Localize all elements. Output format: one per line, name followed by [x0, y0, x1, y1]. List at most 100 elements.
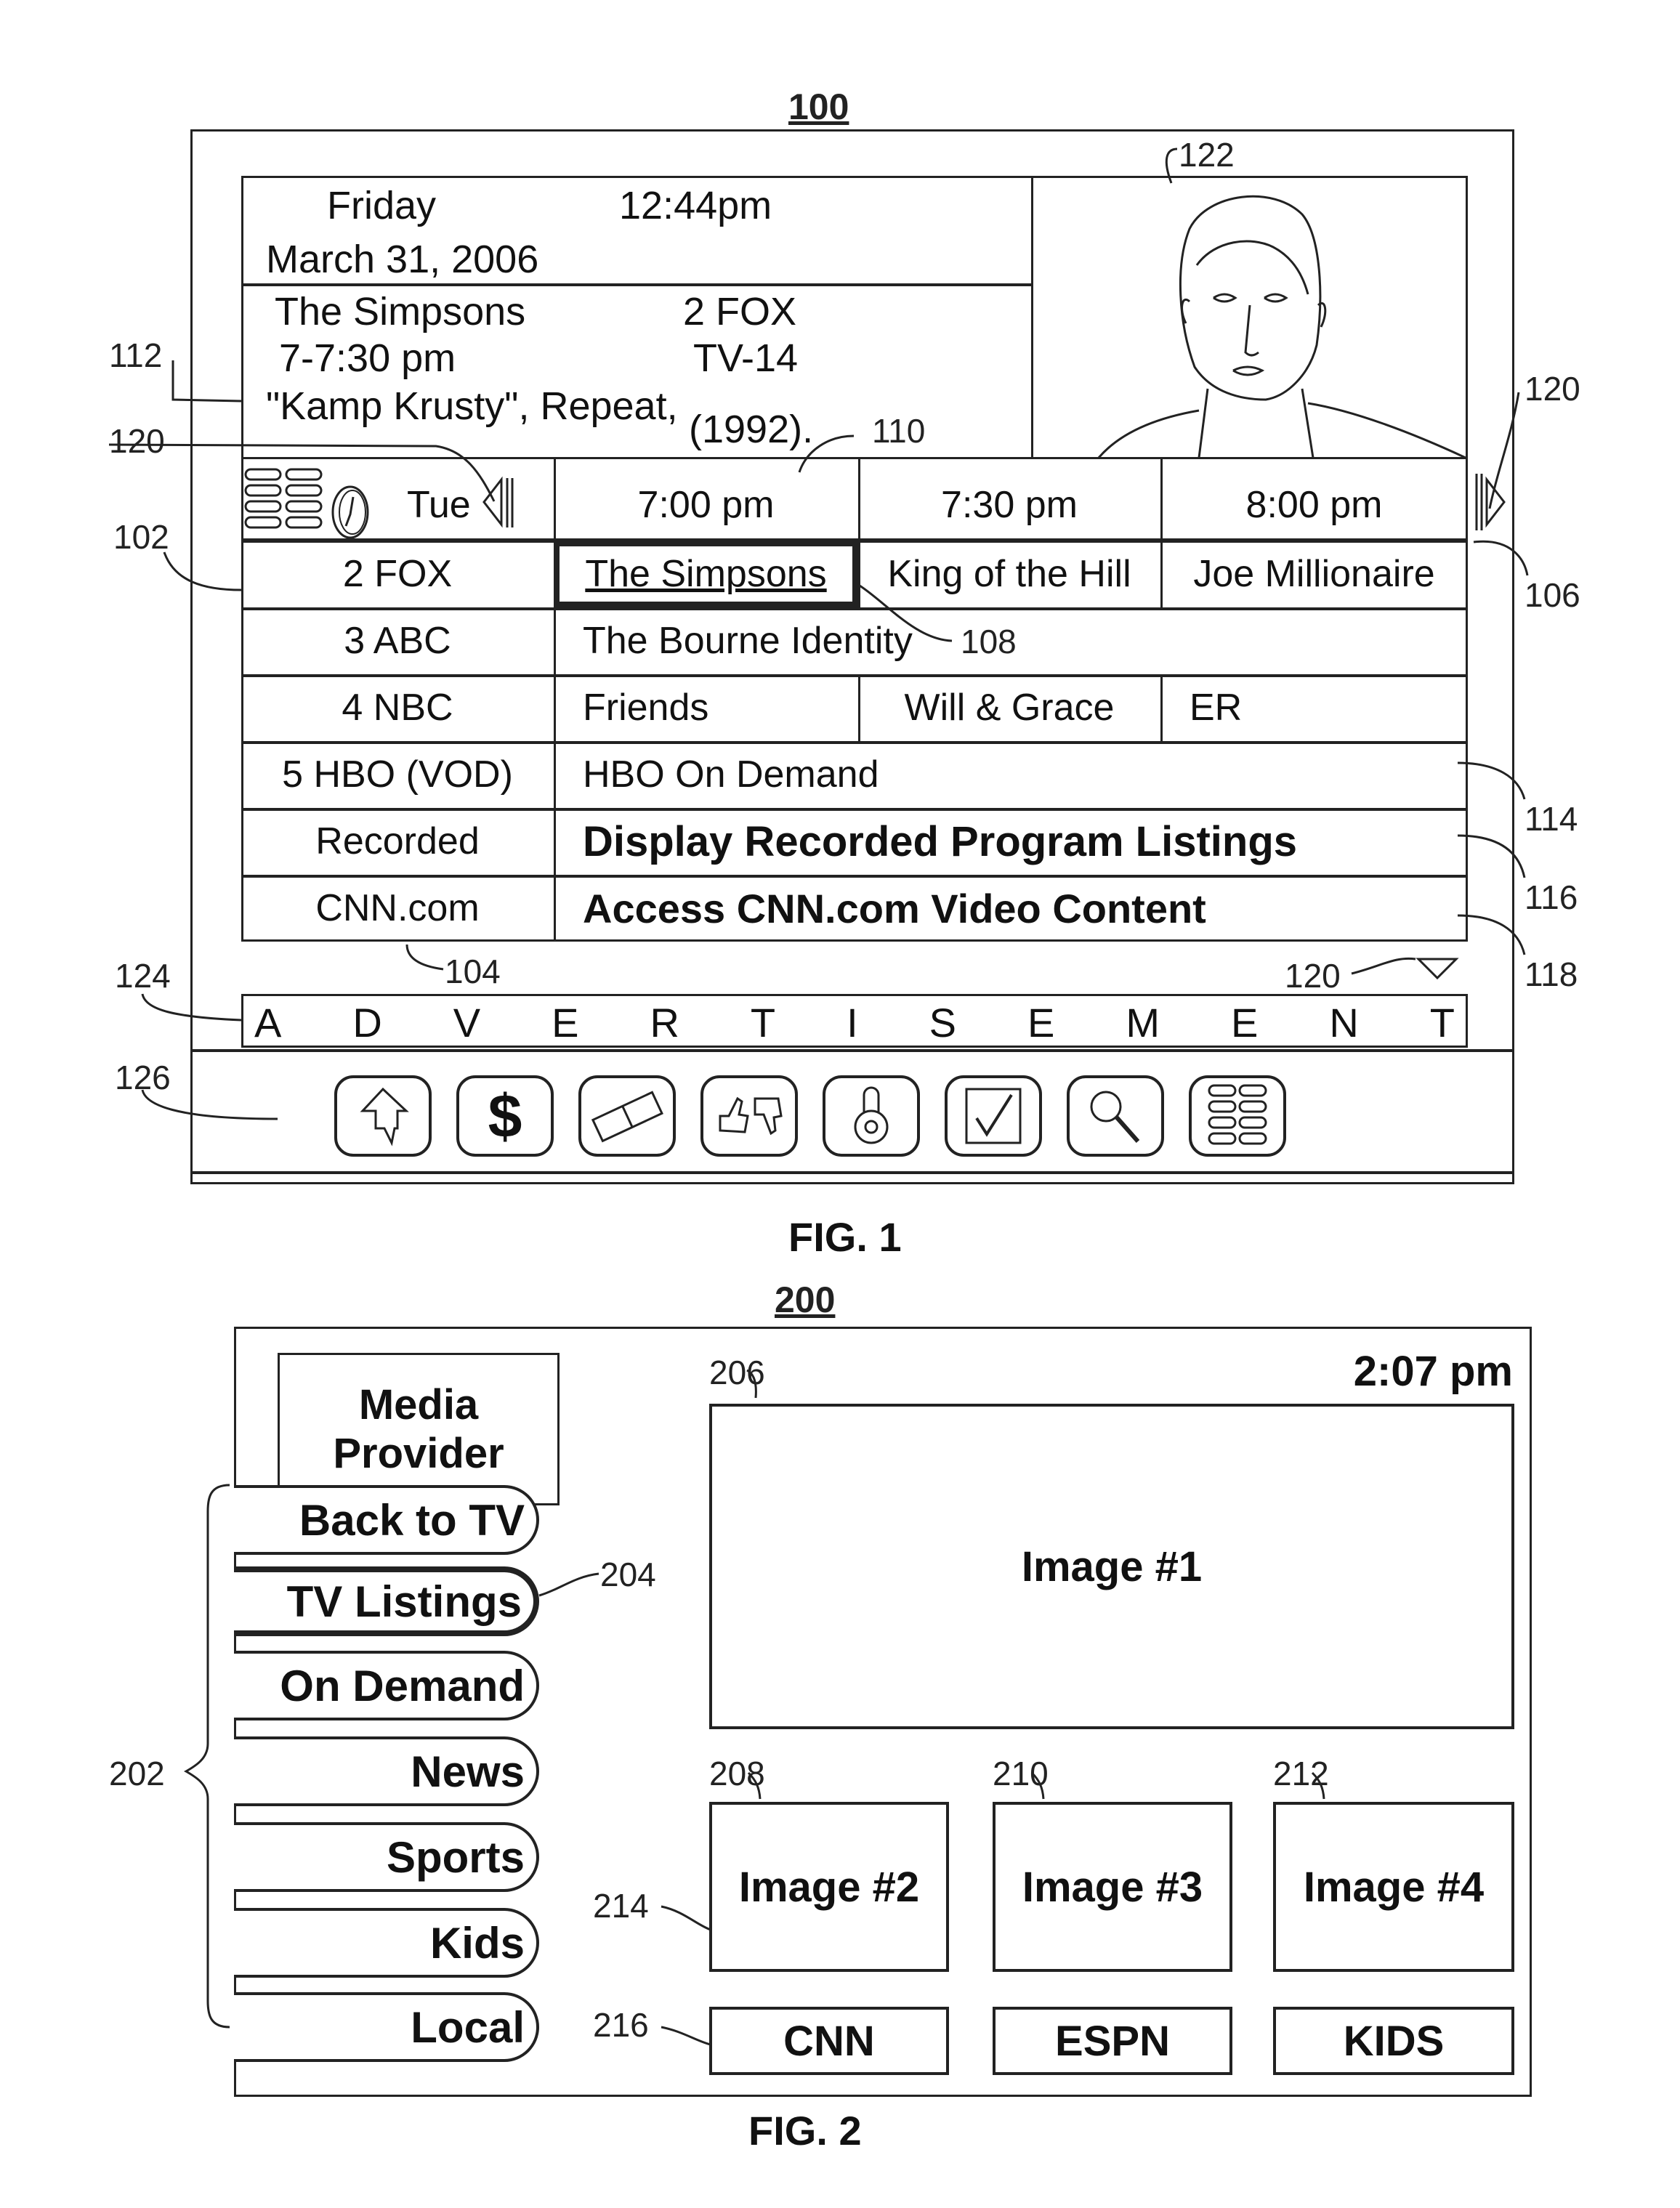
advertisement-letter: V — [453, 999, 481, 1046]
nav-item-news[interactable]: News — [234, 1736, 539, 1806]
channel-cnn-com[interactable]: CNN.com — [241, 875, 554, 942]
menu-list-icon — [1208, 1084, 1267, 1145]
program-cell[interactable]: King of the Hill — [858, 541, 1160, 607]
nav-item-back-to-tv[interactable]: Back to TV — [234, 1485, 539, 1555]
ref-202: 202 — [109, 1755, 165, 1792]
advertisement-letter: A — [254, 999, 282, 1046]
time-slot-3: 8:00 pm — [1245, 484, 1383, 526]
program-info-channel: 2 FOX — [683, 290, 797, 333]
advertisement-letter: S — [929, 999, 957, 1046]
advertisement-letter: E — [1230, 999, 1259, 1046]
ticket-icon — [591, 1091, 663, 1143]
ref-216: 216 — [593, 2006, 649, 2044]
channel-4-nbc[interactable]: 4 NBC — [241, 674, 554, 741]
fig2-reference-number: 200 — [775, 1279, 836, 1320]
scroll-left-arrow-icon[interactable] — [480, 472, 516, 532]
ref-204: 204 — [600, 1556, 656, 1593]
menu-button[interactable] — [1189, 1075, 1286, 1157]
lock-icon — [854, 1086, 889, 1144]
back-button[interactable] — [334, 1075, 432, 1157]
program-cell-selected[interactable]: The Simpsons — [554, 541, 858, 607]
grid-day-label: Tue — [407, 484, 471, 526]
advertisement-letter: M — [1126, 999, 1160, 1046]
scroll-right-arrow-icon[interactable] — [1474, 469, 1509, 535]
program-info-rating: TV-14 — [693, 336, 799, 380]
search-button[interactable] — [1067, 1075, 1164, 1157]
channel-recorded[interactable]: Recorded — [241, 808, 554, 875]
thumbnail-image-4[interactable]: Image #4 — [1273, 1802, 1514, 1972]
program-cell[interactable]: Friends — [554, 674, 858, 741]
channel-button-kids[interactable]: KIDS — [1273, 2007, 1514, 2075]
advertisement-letter: D — [352, 999, 382, 1046]
program-cell[interactable]: HBO On Demand — [554, 741, 1468, 808]
nav-item-local[interactable]: Local — [234, 1992, 539, 2062]
ref-208: 208 — [709, 1755, 765, 1792]
media-provider-logo: Media Provider — [278, 1353, 560, 1505]
ref-120-right: 120 — [1524, 370, 1580, 408]
ref-124: 124 — [115, 957, 171, 995]
parental-lock-button[interactable] — [823, 1075, 920, 1157]
clock-time: 2:07 pm — [1353, 1348, 1513, 1395]
fig2-caption: FIG. 2 — [748, 2108, 862, 2154]
select-button[interactable] — [945, 1075, 1042, 1157]
advertisement-letter: N — [1329, 999, 1359, 1046]
advertisement-letter: T — [750, 999, 776, 1046]
advertisement-letter: E — [552, 999, 579, 1046]
ref-120-bottom: 120 — [1285, 957, 1341, 995]
nav-item-sports[interactable]: Sports — [234, 1822, 539, 1892]
back-arrow-icon — [360, 1087, 409, 1147]
fig1-reference-number: 100 — [788, 86, 849, 127]
menu-list-icon[interactable] — [244, 466, 331, 533]
program-cell[interactable]: Will & Grace — [858, 674, 1160, 741]
featured-image[interactable]: Image #1 — [709, 1404, 1514, 1729]
nav-item-on-demand[interactable]: On Demand — [234, 1651, 539, 1720]
advertisement-letter: T — [1429, 999, 1455, 1046]
channel-3-abc[interactable]: 3 ABC — [241, 607, 554, 674]
ref-212: 212 — [1273, 1755, 1329, 1792]
checkbox-icon — [965, 1088, 1022, 1144]
thumbnail-image-3[interactable]: Image #3 — [993, 1802, 1232, 1972]
tickets-button[interactable] — [578, 1075, 676, 1157]
toolbar-top-divider — [190, 1049, 1514, 1052]
dollar-icon: $ — [488, 1081, 522, 1150]
nav-item-tv-listings[interactable]: TV Listings — [234, 1566, 539, 1636]
channel-2-fox[interactable]: 2 FOX — [241, 541, 554, 607]
rate-button[interactable] — [700, 1075, 798, 1157]
nav-item-kids[interactable]: Kids — [234, 1908, 539, 1978]
fig1-caption: FIG. 1 — [788, 1214, 902, 1260]
ref-122: 122 — [1179, 136, 1235, 174]
ref-112: 112 — [109, 336, 163, 374]
time-slot-1: 7:00 pm — [637, 484, 775, 526]
thumbs-up-down-icon — [719, 1096, 783, 1136]
toolbar-bottom-divider — [190, 1171, 1514, 1174]
advertisement-letter: I — [847, 999, 858, 1046]
clock-icon — [331, 485, 369, 539]
program-info-year: (1992). — [689, 408, 814, 451]
program-thumbnail-portrait — [1097, 195, 1466, 458]
ref-206: 206 — [709, 1354, 765, 1391]
channel-button-espn[interactable]: ESPN — [993, 2007, 1232, 2075]
ref-114: 114 — [1524, 800, 1578, 838]
program-cell[interactable]: Access CNN.com Video Content — [554, 875, 1468, 942]
info-divider — [241, 283, 1031, 286]
program-info-episode: "Kamp Krusty", Repeat, — [266, 384, 678, 428]
ref-210: 210 — [993, 1755, 1049, 1792]
header-time: 12:44pm — [619, 184, 772, 227]
channel-5-hbo-vod[interactable]: 5 HBO (VOD) — [241, 741, 554, 808]
thumbnail-image-2[interactable]: Image #2 — [709, 1802, 949, 1972]
advertisement-letter: R — [650, 999, 679, 1046]
program-cell[interactable]: Display Recorded Program Listings — [554, 808, 1468, 875]
time-slot-2: 7:30 pm — [941, 484, 1078, 526]
program-cell[interactable]: ER — [1160, 674, 1468, 741]
ref-102: 102 — [113, 518, 169, 556]
program-cell[interactable]: Joe Millionaire — [1160, 541, 1468, 607]
channel-button-cnn[interactable]: CNN — [709, 2007, 949, 2075]
program-info-title: The Simpsons — [275, 290, 526, 333]
header-date: March 31, 2006 — [266, 238, 539, 281]
header-day: Friday — [327, 184, 437, 227]
purchase-button[interactable]: $ — [456, 1075, 554, 1157]
search-icon — [1090, 1091, 1140, 1143]
scroll-down-arrow-icon[interactable] — [1416, 956, 1459, 981]
ref-126: 126 — [115, 1059, 171, 1096]
ref-108: 108 — [961, 623, 1017, 660]
